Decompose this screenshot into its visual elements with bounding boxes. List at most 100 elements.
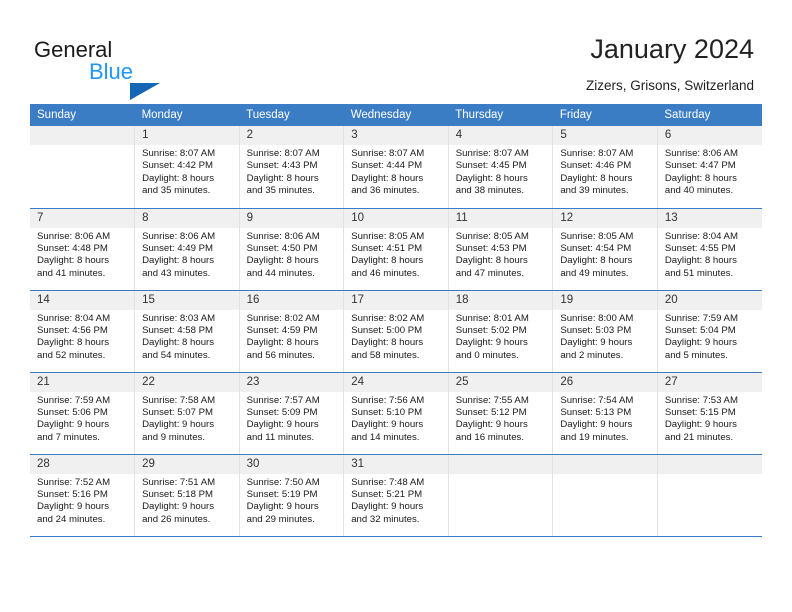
daylight-text-line1: Daylight: 9 hours [664,337,737,349]
calendar-day-cell[interactable]: 24 Sunrise: 7:56 AM Sunset: 5:10 PM Dayligh… [343,372,449,455]
calendar-day-cell[interactable]: 4 Sunrise: 8:07 AM Sunset: 4:45 PM Daylight… [448,126,554,209]
sunrise-text: Sunrise: 7:52 AM [37,476,111,488]
weekday-header-friday: Friday [552,104,658,126]
logo-text-general: General [34,37,113,62]
calendar-day-cell[interactable]: 17 Sunrise: 8:02 AM Sunset: 5:00 PM Dayligh… [343,290,449,373]
sunrise-text: Sunrise: 8:05 AM [560,230,634,242]
sunset-text: Sunset: 4:51 PM [351,242,423,254]
daylight-text-line2: and 7 minutes. [37,431,100,443]
daylight-text-line2: and 47 minutes. [455,267,525,279]
day-number: 21 [30,372,135,392]
sunset-text: Sunset: 4:54 PM [560,242,632,254]
daylight-text-line2: and 24 minutes. [37,513,106,525]
day-sun-info: Sunrise: 8:05 AM Sunset: 4:53 PM Daylight:… [449,228,553,281]
calendar-body: 1 Sunrise: 8:07 AM Sunset: 4:42 PM Daylight… [30,126,762,537]
day-sun-info: Sunrise: 8:06 AM Sunset: 4:50 PM Daylight:… [240,228,344,281]
day-sun-info: Sunrise: 7:58 AM Sunset: 5:07 PM Daylight:… [135,392,239,445]
page-header: General Blue January 2024 Zizers, Grison… [0,0,792,103]
calendar-day-cell[interactable]: 10 Sunrise: 8:05 AM Sunset: 4:51 PM Dayligh… [343,208,449,291]
calendar-day-cell[interactable]: 26 Sunrise: 7:54 AM Sunset: 5:13 PM Dayligh… [552,372,658,455]
calendar-day-cell[interactable]: 8 Sunrise: 8:06 AM Sunset: 4:49 PM Daylight… [134,208,240,291]
day-number: 11 [448,208,553,228]
sunset-text: Sunset: 5:18 PM [142,488,213,500]
daylight-text-line1: Daylight: 8 hours [664,255,737,267]
sunrise-text: Sunrise: 7:57 AM [246,394,320,406]
day-sun-info: Sunrise: 8:07 AM Sunset: 4:44 PM Daylight:… [344,145,448,198]
sunrise-text: Sunrise: 8:06 AM [664,148,738,159]
daylight-text-line1: Daylight: 8 hours [351,337,424,349]
sunset-text: Sunset: 5:02 PM [455,324,527,336]
daylight-text-line1: Daylight: 9 hours [37,501,109,513]
day-sun-info: Sunrise: 8:02 AM Sunset: 5:00 PM Daylight:… [344,310,448,363]
calendar-day-cell[interactable]: 11 Sunrise: 8:05 AM Sunset: 4:53 PM Dayligh… [448,208,554,291]
general-blue-logo[interactable]: General Blue [34,37,160,100]
calendar-day-cell[interactable]: 13 Sunrise: 8:04 AM Sunset: 4:55 PM Dayligh… [657,208,762,291]
day-number: 28 [30,454,135,474]
calendar-day-cell[interactable]: 28 Sunrise: 7:52 AM Sunset: 5:16 PM Dayligh… [30,454,136,537]
calendar-day-cell[interactable]: 9 Sunrise: 8:06 AM Sunset: 4:50 PM Daylight… [239,208,345,291]
calendar-day-cell[interactable]: 14 Sunrise: 8:04 AM Sunset: 4:56 PM Dayligh… [30,290,136,373]
calendar-day-cell[interactable]: 12 Sunrise: 8:05 AM Sunset: 4:54 PM Dayligh… [552,208,658,291]
daylight-text-line2: and 35 minutes. [142,185,211,197]
calendar-day-cell[interactable]: 7 Sunrise: 8:06 AM Sunset: 4:48 PM Daylight… [30,208,136,291]
calendar-day-cell[interactable]: 21 Sunrise: 7:59 AM Sunset: 5:06 PM Dayligh… [30,372,136,455]
day-number: 25 [448,372,553,392]
sunset-text: Sunset: 5:04 PM [664,324,736,336]
daylight-text-line2: and 35 minutes. [246,185,315,197]
calendar-day-cell[interactable]: 22 Sunrise: 7:58 AM Sunset: 5:07 PM Dayligh… [134,372,240,455]
day-number [30,126,135,145]
calendar-day-cell[interactable]: 20 Sunrise: 7:59 AM Sunset: 5:04 PM Dayligh… [657,290,762,373]
sunrise-text: Sunrise: 8:01 AM [455,312,529,324]
calendar-day-cell[interactable]: 15 Sunrise: 8:03 AM Sunset: 4:58 PM Dayligh… [134,290,240,373]
calendar-week-row: 21 Sunrise: 7:59 AM Sunset: 5:06 PM Dayligh… [30,372,762,455]
calendar-day-cell[interactable]: 1 Sunrise: 8:07 AM Sunset: 4:42 PM Daylight… [134,126,240,209]
weekday-header-monday: Monday [134,104,240,126]
calendar-day-cell[interactable]: 5 Sunrise: 8:07 AM Sunset: 4:46 PM Daylight… [552,126,658,209]
sunrise-text: Sunrise: 8:06 AM [37,230,111,242]
calendar-day-cell[interactable]: 6 Sunrise: 8:06 AM Sunset: 4:47 PM Daylight… [657,126,762,209]
calendar-day-cell[interactable]: 18 Sunrise: 8:01 AM Sunset: 5:02 PM Dayligh… [448,290,554,373]
calendar-day-cell[interactable]: 25 Sunrise: 7:55 AM Sunset: 5:12 PM Dayligh… [448,372,554,455]
day-sun-info: Sunrise: 7:56 AM Sunset: 5:10 PM Daylight:… [344,392,448,445]
daylight-text-line2: and 38 minutes. [455,185,525,197]
calendar-day-cell[interactable]: 19 Sunrise: 8:00 AM Sunset: 5:03 PM Dayligh… [552,290,658,373]
calendar-day-cell[interactable]: 3 Sunrise: 8:07 AM Sunset: 4:44 PM Daylight… [343,126,449,209]
sunrise-text: Sunrise: 7:50 AM [246,476,320,488]
day-sun-info: Sunrise: 7:50 AM Sunset: 5:19 PM Daylight:… [240,474,344,527]
daylight-text-line2: and 51 minutes. [664,267,734,279]
day-number: 22 [135,372,239,392]
day-sun-info: Sunrise: 7:55 AM Sunset: 5:12 PM Daylight:… [449,392,553,445]
day-number: 16 [239,290,344,310]
day-number: 8 [135,208,239,228]
sunrise-text: Sunrise: 7:55 AM [455,394,529,406]
calendar-day-cell[interactable]: 31 Sunrise: 7:48 AM Sunset: 5:21 PM Dayligh… [343,454,449,537]
daylight-text-line2: and 40 minutes. [664,185,734,197]
day-sun-info: Sunrise: 7:48 AM Sunset: 5:21 PM Daylight:… [344,474,448,527]
daylight-text-line2: and 2 minutes. [560,349,624,361]
day-sun-info: Sunrise: 7:59 AM Sunset: 5:04 PM Daylight:… [658,310,762,363]
day-number: 27 [657,372,762,392]
sunrise-text: Sunrise: 8:06 AM [142,230,216,242]
daylight-text-line2: and 14 minutes. [351,431,420,443]
day-number: 19 [553,290,657,310]
calendar-day-cell[interactable]: 2 Sunrise: 8:07 AM Sunset: 4:43 PM Daylight… [239,126,345,209]
calendar-day-cell[interactable]: 30 Sunrise: 7:50 AM Sunset: 5:19 PM Dayligh… [239,454,345,537]
sunset-text: Sunset: 4:42 PM [142,160,213,172]
weekday-header-row: Sunday Monday Tuesday Wednesday Thursday… [30,104,762,126]
daylight-text-line1: Daylight: 8 hours [560,172,633,184]
day-number: 3 [344,126,448,145]
calendar-day-cell[interactable]: 23 Sunrise: 7:57 AM Sunset: 5:09 PM Dayligh… [239,372,345,455]
day-number: 17 [344,290,448,310]
page-title: January 2024 [590,34,754,64]
daylight-text-line1: Daylight: 9 hours [455,337,528,349]
daylight-text-line2: and 26 minutes. [142,513,211,525]
daylight-text-line2: and 29 minutes. [246,513,315,525]
daylight-text-line1: Daylight: 9 hours [351,501,424,513]
day-sun-info: Sunrise: 8:07 AM Sunset: 4:43 PM Daylight:… [240,145,344,198]
weekday-header-saturday: Saturday [657,104,762,126]
calendar-day-cell[interactable]: 29 Sunrise: 7:51 AM Sunset: 5:18 PM Dayligh… [134,454,240,537]
daylight-text-line2: and 16 minutes. [455,431,525,443]
calendar-day-cell[interactable]: 27 Sunrise: 7:53 AM Sunset: 5:15 PM Dayligh… [657,372,762,455]
calendar-cell-empty [657,454,762,537]
calendar-day-cell[interactable]: 16 Sunrise: 8:02 AM Sunset: 4:59 PM Dayligh… [239,290,345,373]
